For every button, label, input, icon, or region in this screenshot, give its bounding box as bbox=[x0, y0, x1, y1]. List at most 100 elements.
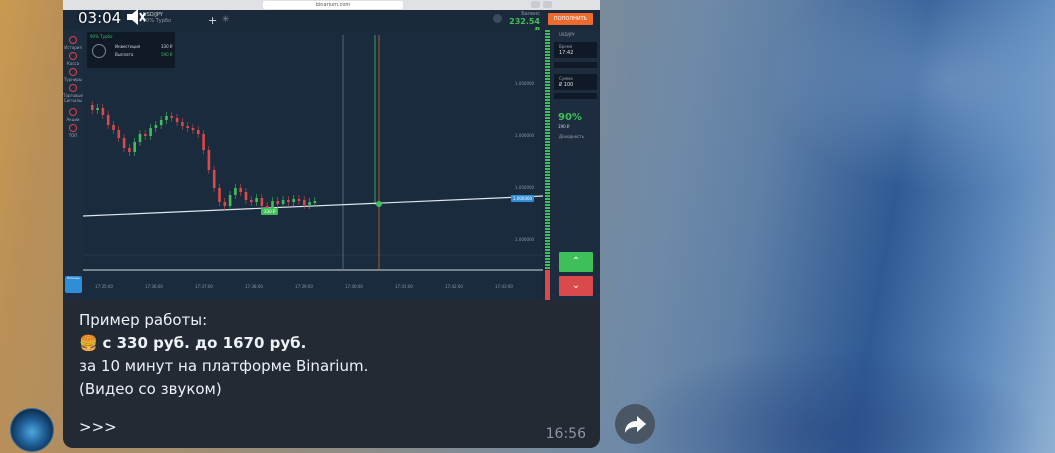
share-button[interactable] bbox=[615, 404, 655, 444]
candle bbox=[281, 200, 285, 204]
sidebar-label: Торговые Сигналы bbox=[63, 93, 83, 103]
candle bbox=[138, 134, 142, 142]
sidebar-label: Акции bbox=[66, 117, 80, 122]
candle bbox=[303, 200, 306, 205]
payout-panel-label: Доходность bbox=[559, 134, 585, 139]
signal-icon bbox=[69, 84, 77, 92]
arrow-up-icon: ⌃ bbox=[571, 256, 581, 267]
candle bbox=[207, 150, 211, 170]
sidebar-item-tournaments: Турниры bbox=[63, 68, 83, 82]
candles bbox=[91, 101, 317, 214]
caption-line-4: (Видео со звуком) bbox=[79, 380, 222, 398]
deal-info-card: 90% Турбо Инвестиция 330 ₽ Выплата 590 ₽ bbox=[87, 32, 175, 68]
deal-point bbox=[376, 201, 382, 207]
candle bbox=[149, 128, 152, 136]
candle bbox=[228, 195, 232, 206]
candle bbox=[112, 125, 115, 130]
panel-asset: USD/JPY bbox=[559, 32, 575, 37]
volume-scale-up bbox=[545, 30, 550, 270]
candle bbox=[297, 199, 301, 201]
price-label: 1.000000 bbox=[515, 133, 535, 138]
arrow-down-icon: ⌄ bbox=[571, 280, 581, 291]
payout-value: 590 ₽ bbox=[161, 52, 173, 57]
candle bbox=[170, 116, 174, 118]
amount-number: 100 bbox=[563, 82, 574, 88]
payout-label: Выплата bbox=[115, 52, 134, 57]
payout-percent: 90% bbox=[558, 112, 582, 123]
candle bbox=[292, 199, 295, 202]
sidebar-label: Турниры bbox=[63, 77, 83, 82]
payout-amount: 190 ₽ bbox=[558, 124, 570, 129]
sidebar-item-promo: Акции bbox=[63, 108, 83, 122]
price-label: 1.000000 bbox=[515, 185, 535, 190]
expiry-label: Время bbox=[559, 44, 573, 49]
price-axis: 1.000000 1.000000 1.000000 1.000000 bbox=[515, 81, 535, 242]
deposit-button: ПОПОЛНИТЬ bbox=[548, 13, 593, 25]
currency-sign: ₽ bbox=[559, 82, 563, 88]
put-button: ⌄ bbox=[559, 276, 593, 296]
amount-label: Сумма bbox=[559, 76, 573, 81]
candle bbox=[244, 192, 248, 200]
trend-line bbox=[82, 195, 544, 217]
wallet-icon bbox=[69, 52, 77, 60]
trade-panel: USD/JPY Время 17:42 Сумма ₽ 100 Доходнос… bbox=[551, 30, 600, 300]
candle bbox=[144, 134, 147, 136]
browser-share-icon bbox=[531, 1, 540, 8]
candle bbox=[250, 200, 253, 202]
history-icon bbox=[69, 36, 77, 44]
help-label: Помощь bbox=[67, 276, 80, 280]
browser-tabs-icon bbox=[543, 1, 552, 8]
caption-line-1: Пример работы: bbox=[79, 311, 208, 329]
time-tick-label: 17:37:00 bbox=[195, 284, 213, 289]
candle bbox=[159, 120, 163, 125]
candle bbox=[186, 126, 189, 128]
candle bbox=[122, 138, 126, 148]
add-tab-icon: + bbox=[208, 14, 218, 27]
time-tick-label: 17:36:00 bbox=[145, 284, 163, 289]
sidebar-item-top: ТОП bbox=[63, 124, 83, 138]
time-tick-label: 17:43:00 bbox=[495, 284, 513, 289]
candle bbox=[276, 201, 280, 204]
candle bbox=[234, 188, 237, 195]
sidebar-item-signals: Торговые Сигналы bbox=[63, 84, 83, 103]
time-tick-label: 17:38:00 bbox=[245, 284, 263, 289]
candle bbox=[191, 128, 195, 130]
video-timestamp: 03:04 bbox=[78, 9, 122, 27]
chart-canvas: 17:35:00 17:36:00 17:37:00 17:38:00 17:39:00… bbox=[82, 35, 544, 289]
trophy-icon bbox=[69, 68, 77, 76]
candle bbox=[165, 116, 168, 120]
message-bubble: binarium.com USD/JPY 90% Турбо + ✳ Балан… bbox=[63, 0, 600, 448]
amount-value: ₽ 100 bbox=[559, 82, 573, 88]
gift-icon bbox=[69, 108, 77, 116]
candle bbox=[202, 134, 205, 150]
help-button: Помощь bbox=[65, 276, 82, 293]
candle bbox=[96, 108, 99, 110]
candle bbox=[218, 188, 221, 202]
channel-avatar[interactable] bbox=[10, 408, 54, 452]
browser-url: binarium.com bbox=[263, 1, 403, 9]
candle bbox=[106, 115, 110, 125]
amount-stepper bbox=[554, 93, 597, 99]
candle bbox=[212, 170, 216, 188]
expiry-stepper bbox=[554, 62, 597, 68]
time-tick-label: 17:42:00 bbox=[445, 284, 463, 289]
candle bbox=[287, 200, 290, 202]
time-tick-label: 17:40:00 bbox=[345, 284, 363, 289]
deal-icon bbox=[92, 44, 106, 58]
price-chart: 17:35:00 17:36:00 17:37:00 17:38:00 17:39:00… bbox=[82, 30, 544, 300]
burger-emoji: 🍔 bbox=[79, 334, 98, 352]
current-price-tag: 1.000000 bbox=[511, 195, 535, 202]
deal-title: 90% Турбо bbox=[90, 34, 113, 39]
more-link[interactable]: >>> bbox=[79, 418, 117, 436]
caption-line-2: с 330 руб. до 1670 руб. bbox=[102, 334, 307, 352]
expiry-value: 17:42 bbox=[559, 50, 574, 56]
crown-icon bbox=[69, 124, 77, 132]
candle bbox=[260, 198, 264, 206]
candle bbox=[239, 188, 242, 192]
message-time: 16:56 bbox=[545, 426, 586, 442]
candle bbox=[117, 130, 121, 138]
video-player[interactable]: binarium.com USD/JPY 90% Турбо + ✳ Балан… bbox=[63, 0, 600, 300]
investment-label: Инвестиция bbox=[115, 44, 141, 49]
speaker-icon[interactable] bbox=[125, 8, 147, 26]
sidebar-item-history: История bbox=[63, 36, 83, 50]
